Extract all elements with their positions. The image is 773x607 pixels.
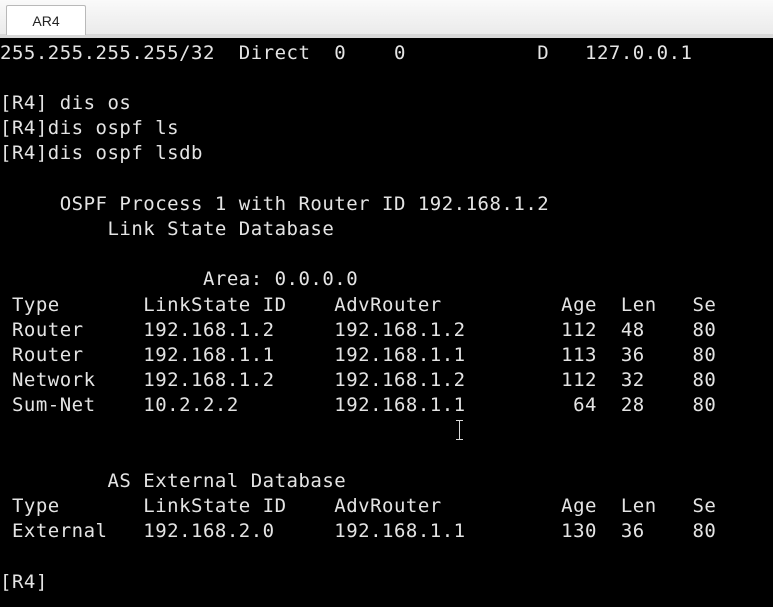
terminal-line-ospf-process: OSPF Process 1 with Router ID 192.168.1.… — [0, 193, 550, 215]
terminal-line-route-entry: 255.255.255.255/32 Direct 0 0 D 127.0.0.… — [0, 42, 693, 64]
terminal-line-table-row: Network 192.168.1.2 192.168.1.2 112 32 8… — [0, 369, 717, 391]
terminal-line-table-header: Type LinkState ID AdvRouter Age Len Se — [0, 294, 717, 316]
terminal-line-prompt: [R4] — [0, 571, 48, 593]
terminal-line-command: [R4] dis os — [0, 92, 132, 114]
tab-bar: AR4 — [0, 0, 773, 38]
tab-ar4[interactable]: AR4 — [6, 5, 86, 35]
terminal-console[interactable]: 255.255.255.255/32 Direct 0 0 D 127.0.0.… — [0, 38, 773, 607]
terminal-line-lsdb-title: Link State Database — [0, 218, 335, 240]
ibeam-cursor-icon — [455, 420, 464, 440]
terminal-line-table-row: Router 192.168.1.1 192.168.1.1 113 36 80 — [0, 344, 717, 366]
terminal-line-external-title: AS External Database — [0, 470, 347, 492]
terminal-line-table-row: External 192.168.2.0 192.168.1.1 130 36 … — [0, 520, 717, 542]
terminal-line-table-row: Router 192.168.1.2 192.168.1.2 112 48 80 — [0, 319, 717, 341]
terminal-line-area: Area: 0.0.0.0 — [0, 268, 359, 290]
terminal-line-table-row: Sum-Net 10.2.2.2 192.168.1.1 64 28 80 — [0, 394, 717, 416]
terminal-line-command: [R4]dis ospf lsdb — [0, 142, 203, 164]
terminal-line-command: [R4]dis ospf ls — [0, 117, 180, 139]
terminal-line-table-header: Type LinkState ID AdvRouter Age Len Se — [0, 495, 717, 517]
